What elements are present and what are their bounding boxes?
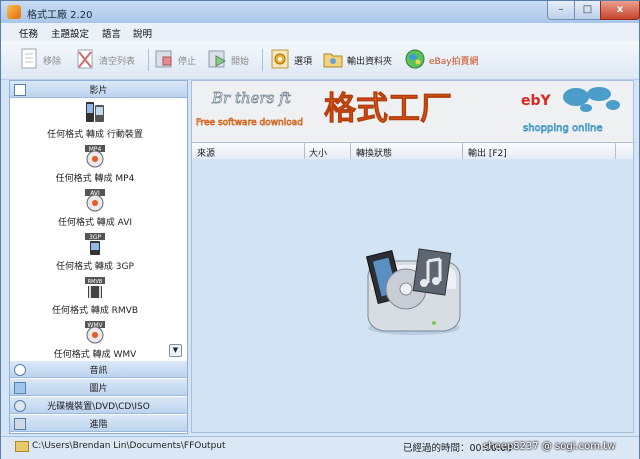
ebay-tagline: shopping online bbox=[523, 123, 603, 134]
category-picture[interactable]: 圖片 bbox=[10, 379, 187, 396]
rmvb-icon: RMVB bbox=[85, 277, 105, 298]
ebay-globe-icon bbox=[405, 49, 425, 69]
ebay-button[interactable]: eBay拍賣網 bbox=[405, 48, 485, 72]
toolbar: 移除 清空列表 停止 開始 選項 輸出資料夾 eBay拍賣網 bbox=[1, 41, 639, 80]
sidebar-item-label: 任何格式 轉成 AVI bbox=[57, 218, 133, 228]
column-divider[interactable] bbox=[462, 143, 463, 159]
column-status[interactable]: 轉換狀態 bbox=[356, 146, 392, 159]
banner[interactable]: Br thers ft Free software download 格式工厂 … bbox=[191, 80, 634, 143]
category-label: 光碟機裝置\DVD\CD\ISO bbox=[47, 402, 150, 412]
stop-label: 停止 bbox=[178, 57, 197, 67]
column-divider[interactable] bbox=[304, 143, 305, 159]
sidebar-item-label: 任何格式 轉成 RMVB bbox=[51, 306, 139, 316]
category-advanced[interactable]: 進階 bbox=[10, 415, 187, 432]
avi-tag: AVI bbox=[90, 190, 100, 197]
format-factory-logo-icon bbox=[365, 248, 461, 335]
wmv-tag: WMV bbox=[87, 322, 103, 329]
clear-list-button[interactable]: 清空列表 bbox=[75, 48, 145, 72]
brothersoft-tagline: Free software download bbox=[196, 118, 303, 128]
menu-help[interactable]: 說明 bbox=[133, 26, 152, 40]
start-button[interactable]: 開始 bbox=[207, 48, 257, 72]
minimize-button[interactable]: – bbox=[547, 1, 575, 20]
output-path[interactable]: C:\Users\Brendan Lin\Documents\FFOutput bbox=[32, 441, 226, 451]
watermark: sheep8237 @ sogi.com.tw bbox=[483, 441, 616, 452]
column-source[interactable]: 來源 bbox=[197, 146, 215, 159]
task-table-header: 來源 大小 轉換狀態 輸出 [F2] bbox=[191, 142, 634, 160]
options-label: 選項 bbox=[294, 57, 313, 67]
sidebar-item-mobile[interactable]: 任何格式 轉成 行動裝置 bbox=[10, 100, 180, 144]
output-folder-icon bbox=[323, 53, 343, 68]
maximize-button[interactable]: □ bbox=[574, 1, 601, 20]
start-label: 開始 bbox=[231, 57, 250, 67]
remove-icon bbox=[21, 48, 37, 69]
toolbar-separator bbox=[148, 49, 149, 71]
task-list[interactable] bbox=[191, 159, 634, 433]
sidebar-item-label: 任何格式 轉成 MP4 bbox=[55, 174, 135, 184]
remove-label: 移除 bbox=[43, 57, 62, 67]
output-folder-label: 輸出資料夾 bbox=[347, 57, 393, 67]
3gp-icon: 3GP bbox=[85, 233, 105, 255]
category-audio[interactable]: 音訊 bbox=[10, 361, 187, 378]
category-label: 音訊 bbox=[89, 366, 108, 376]
menu-bar: 任務 主題設定 語言 說明 bbox=[1, 23, 639, 41]
category-disc[interactable]: 光碟機裝置\DVD\CD\ISO bbox=[10, 397, 187, 414]
menu-language[interactable]: 語言 bbox=[102, 26, 121, 40]
column-size[interactable]: 大小 bbox=[309, 146, 327, 159]
column-output[interactable]: 輸出 [F2] bbox=[468, 146, 507, 159]
toolbar-separator bbox=[262, 49, 263, 71]
sidebar-item-label: 任何格式 轉成 3GP bbox=[56, 262, 134, 272]
close-button[interactable]: x bbox=[600, 1, 640, 20]
start-icon bbox=[208, 50, 227, 68]
menu-task[interactable]: 任務 bbox=[19, 26, 38, 40]
category-label: 影片 bbox=[89, 86, 108, 96]
window-title: 格式工廠 2.20 bbox=[27, 10, 93, 21]
scroll-down-button[interactable]: ▼ bbox=[169, 344, 182, 357]
wmv-icon: WMV bbox=[85, 321, 105, 344]
stop-button[interactable]: 停止 bbox=[154, 48, 202, 72]
column-divider[interactable] bbox=[350, 143, 351, 159]
status-bar: C:\Users\Brendan Lin\Documents\FFOutput … bbox=[1, 436, 639, 459]
sidebar-item-label: 任何格式 轉成 WMV bbox=[53, 350, 137, 360]
ebay-label: eBay拍賣網 bbox=[429, 57, 479, 67]
sidebar-item-avi[interactable]: AVI 任何格式 轉成 AVI bbox=[10, 188, 180, 232]
category-label: 圖片 bbox=[89, 384, 108, 394]
sidebar-item-wmv[interactable]: WMV 任何格式 轉成 WMV bbox=[10, 320, 180, 364]
options-icon bbox=[271, 49, 289, 69]
clear-list-label: 清空列表 bbox=[99, 57, 136, 67]
brothersoft-logo: Br thers ft bbox=[211, 89, 292, 107]
sidebar: 影片 任何格式 轉成 行動裝置 MP4 任何格式 轉成 MP4 AVI 任何格式… bbox=[9, 80, 188, 434]
app-icon bbox=[7, 5, 21, 19]
mp4-icon: MP4 bbox=[85, 145, 105, 168]
app-window: 格式工廠 2.20 – □ x 任務 主題設定 語言 說明 移除 清空列表 停止… bbox=[0, 0, 640, 459]
output-folder-button[interactable]: 輸出資料夾 bbox=[323, 48, 401, 72]
remove-button[interactable]: 移除 bbox=[19, 48, 69, 72]
title-bar[interactable]: 格式工廠 2.20 – □ x bbox=[1, 1, 640, 23]
column-divider[interactable] bbox=[615, 143, 616, 159]
sidebar-item-rmvb[interactable]: RMVB 任何格式 轉成 RMVB bbox=[10, 276, 180, 320]
category-video[interactable]: 影片 bbox=[10, 81, 187, 98]
banner-title: 格式工厂 bbox=[324, 89, 452, 127]
category-label: 進階 bbox=[89, 420, 108, 430]
sidebar-item-label: 任何格式 轉成 行動裝置 bbox=[47, 130, 143, 140]
options-button[interactable]: 選項 bbox=[270, 48, 318, 72]
mp4-tag: MP4 bbox=[89, 146, 102, 153]
folder-icon bbox=[15, 441, 29, 452]
menu-skin[interactable]: 主題設定 bbox=[51, 26, 89, 40]
ebay-logo: ebY bbox=[521, 93, 552, 109]
rmvb-tag: RMVB bbox=[88, 279, 103, 285]
stop-icon bbox=[155, 50, 172, 68]
banner-graphic: Br thers ft Free software download 格式工厂 … bbox=[192, 81, 633, 142]
3gp-tag: 3GP bbox=[89, 234, 101, 241]
sidebar-item-3gp[interactable]: 3GP 任何格式 轉成 3GP bbox=[10, 232, 180, 276]
clear-list-icon bbox=[77, 49, 93, 69]
mobile-device-icon bbox=[86, 102, 104, 122]
sidebar-item-mp4[interactable]: MP4 任何格式 轉成 MP4 bbox=[10, 144, 180, 188]
avi-icon: AVI bbox=[85, 189, 105, 212]
